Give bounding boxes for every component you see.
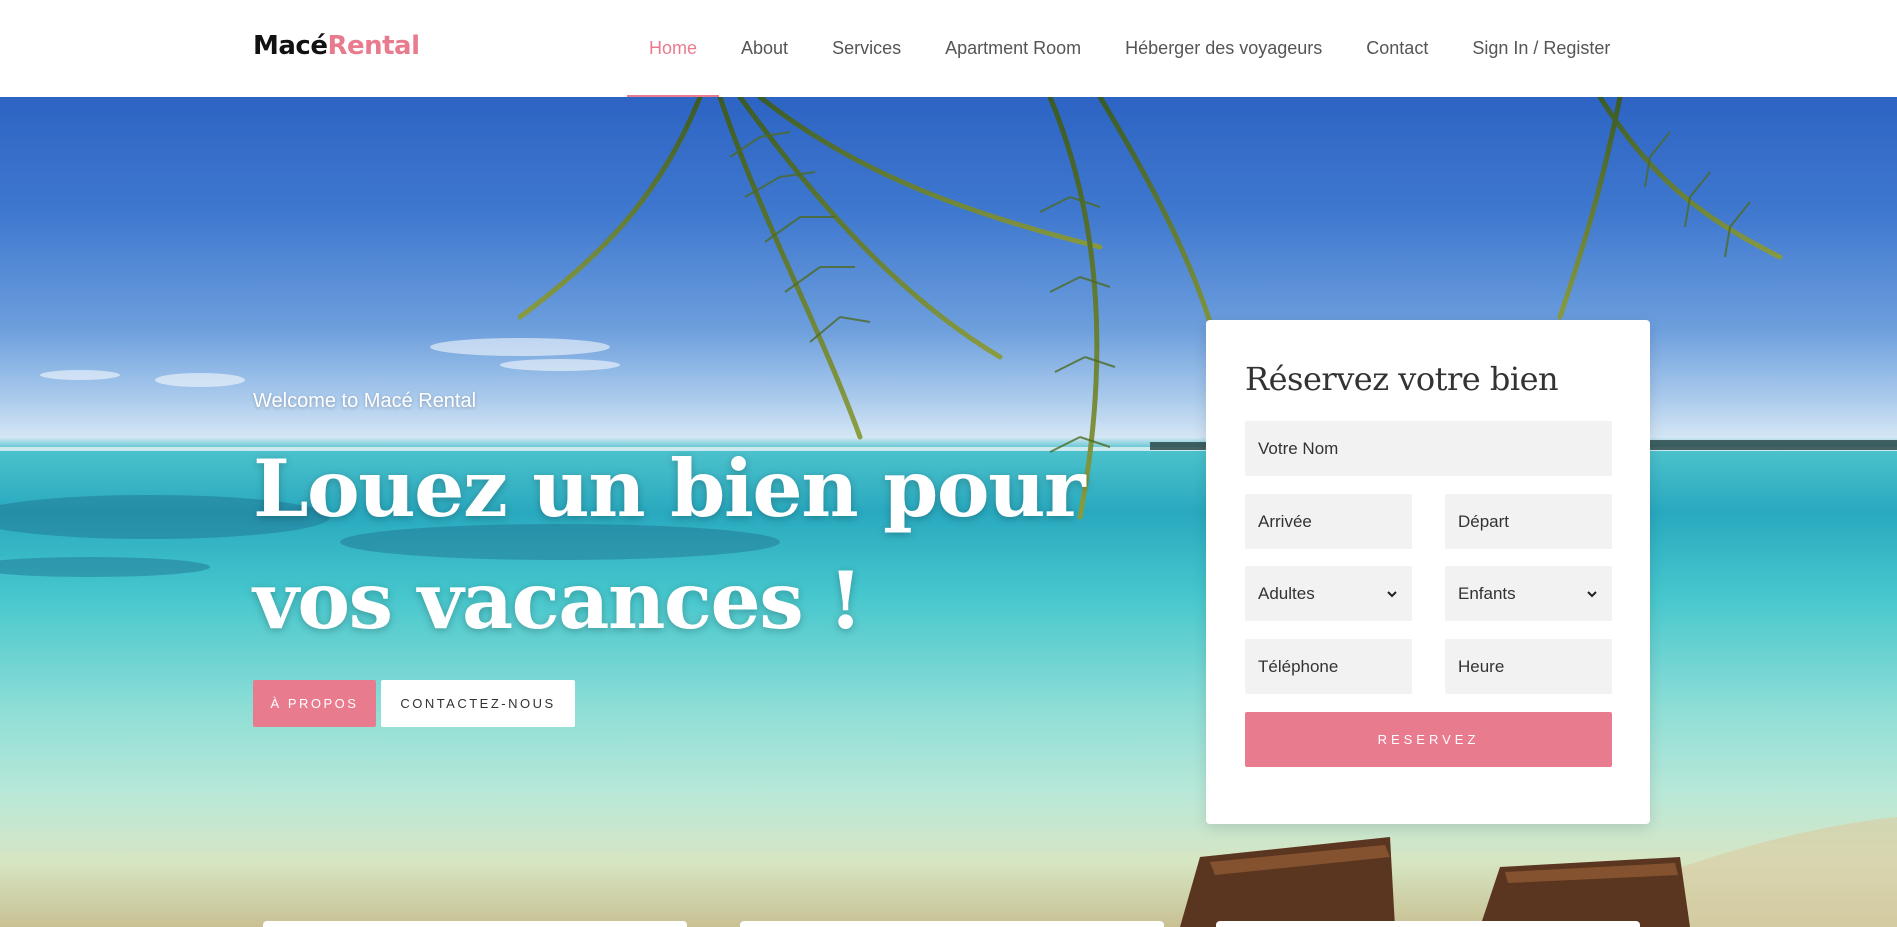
chevron-down-icon: [1587, 590, 1597, 597]
feature-card-3: [1216, 921, 1640, 927]
nav-item-contact[interactable]: Contact: [1344, 0, 1450, 97]
main-nav: Home About Services Apartment Room Héber…: [627, 0, 1632, 97]
time-field[interactable]: [1445, 639, 1612, 694]
top-navbar: MacéRental Home About Services Apartment…: [0, 0, 1897, 97]
chevron-down-icon: [1387, 590, 1397, 597]
nav-item-heberger-des-voyageurs[interactable]: Héberger des voyageurs: [1103, 0, 1344, 97]
booking-form-title: Réservez votre bien: [1245, 360, 1559, 398]
name-field[interactable]: [1245, 421, 1612, 476]
adults-select[interactable]: Adultes: [1245, 566, 1412, 621]
about-button[interactable]: À PROPOS: [253, 680, 376, 727]
arrival-date-field[interactable]: [1245, 494, 1412, 549]
children-select-value: Enfants: [1458, 583, 1516, 603]
brand-logo-part1: Macé: [253, 31, 328, 61]
reserve-button[interactable]: RESERVEZ: [1245, 712, 1612, 767]
nav-item-home[interactable]: Home: [627, 0, 720, 97]
adults-select-value: Adultes: [1258, 583, 1315, 603]
hero-headline-line1: Louez un bien pour: [253, 442, 1086, 535]
welcome-text: Welcome to Macé Rental: [253, 390, 477, 412]
nav-item-sign-in-register[interactable]: Sign In / Register: [1450, 0, 1632, 97]
children-select[interactable]: Enfants: [1445, 566, 1612, 621]
contact-us-button[interactable]: CONTACTEZ-NOUS: [381, 680, 575, 727]
feature-card-2: [740, 921, 1164, 927]
phone-field[interactable]: [1245, 639, 1412, 694]
hero-headline: Louez un bien pour vos vacances !: [253, 433, 1153, 657]
hero-headline-line2: vos vacances !: [253, 554, 863, 647]
brand-logo-part2: Rental: [327, 31, 420, 61]
booking-form: Réservez votre bien Adultes Enfants RESE…: [1206, 320, 1650, 824]
nav-item-services[interactable]: Services: [810, 0, 923, 97]
feature-card-1: [263, 921, 687, 927]
nav-item-apartment-room[interactable]: Apartment Room: [923, 0, 1103, 97]
nav-item-about[interactable]: About: [719, 0, 810, 97]
brand-logo[interactable]: MacéRental: [253, 31, 420, 61]
departure-date-field[interactable]: [1445, 494, 1612, 549]
